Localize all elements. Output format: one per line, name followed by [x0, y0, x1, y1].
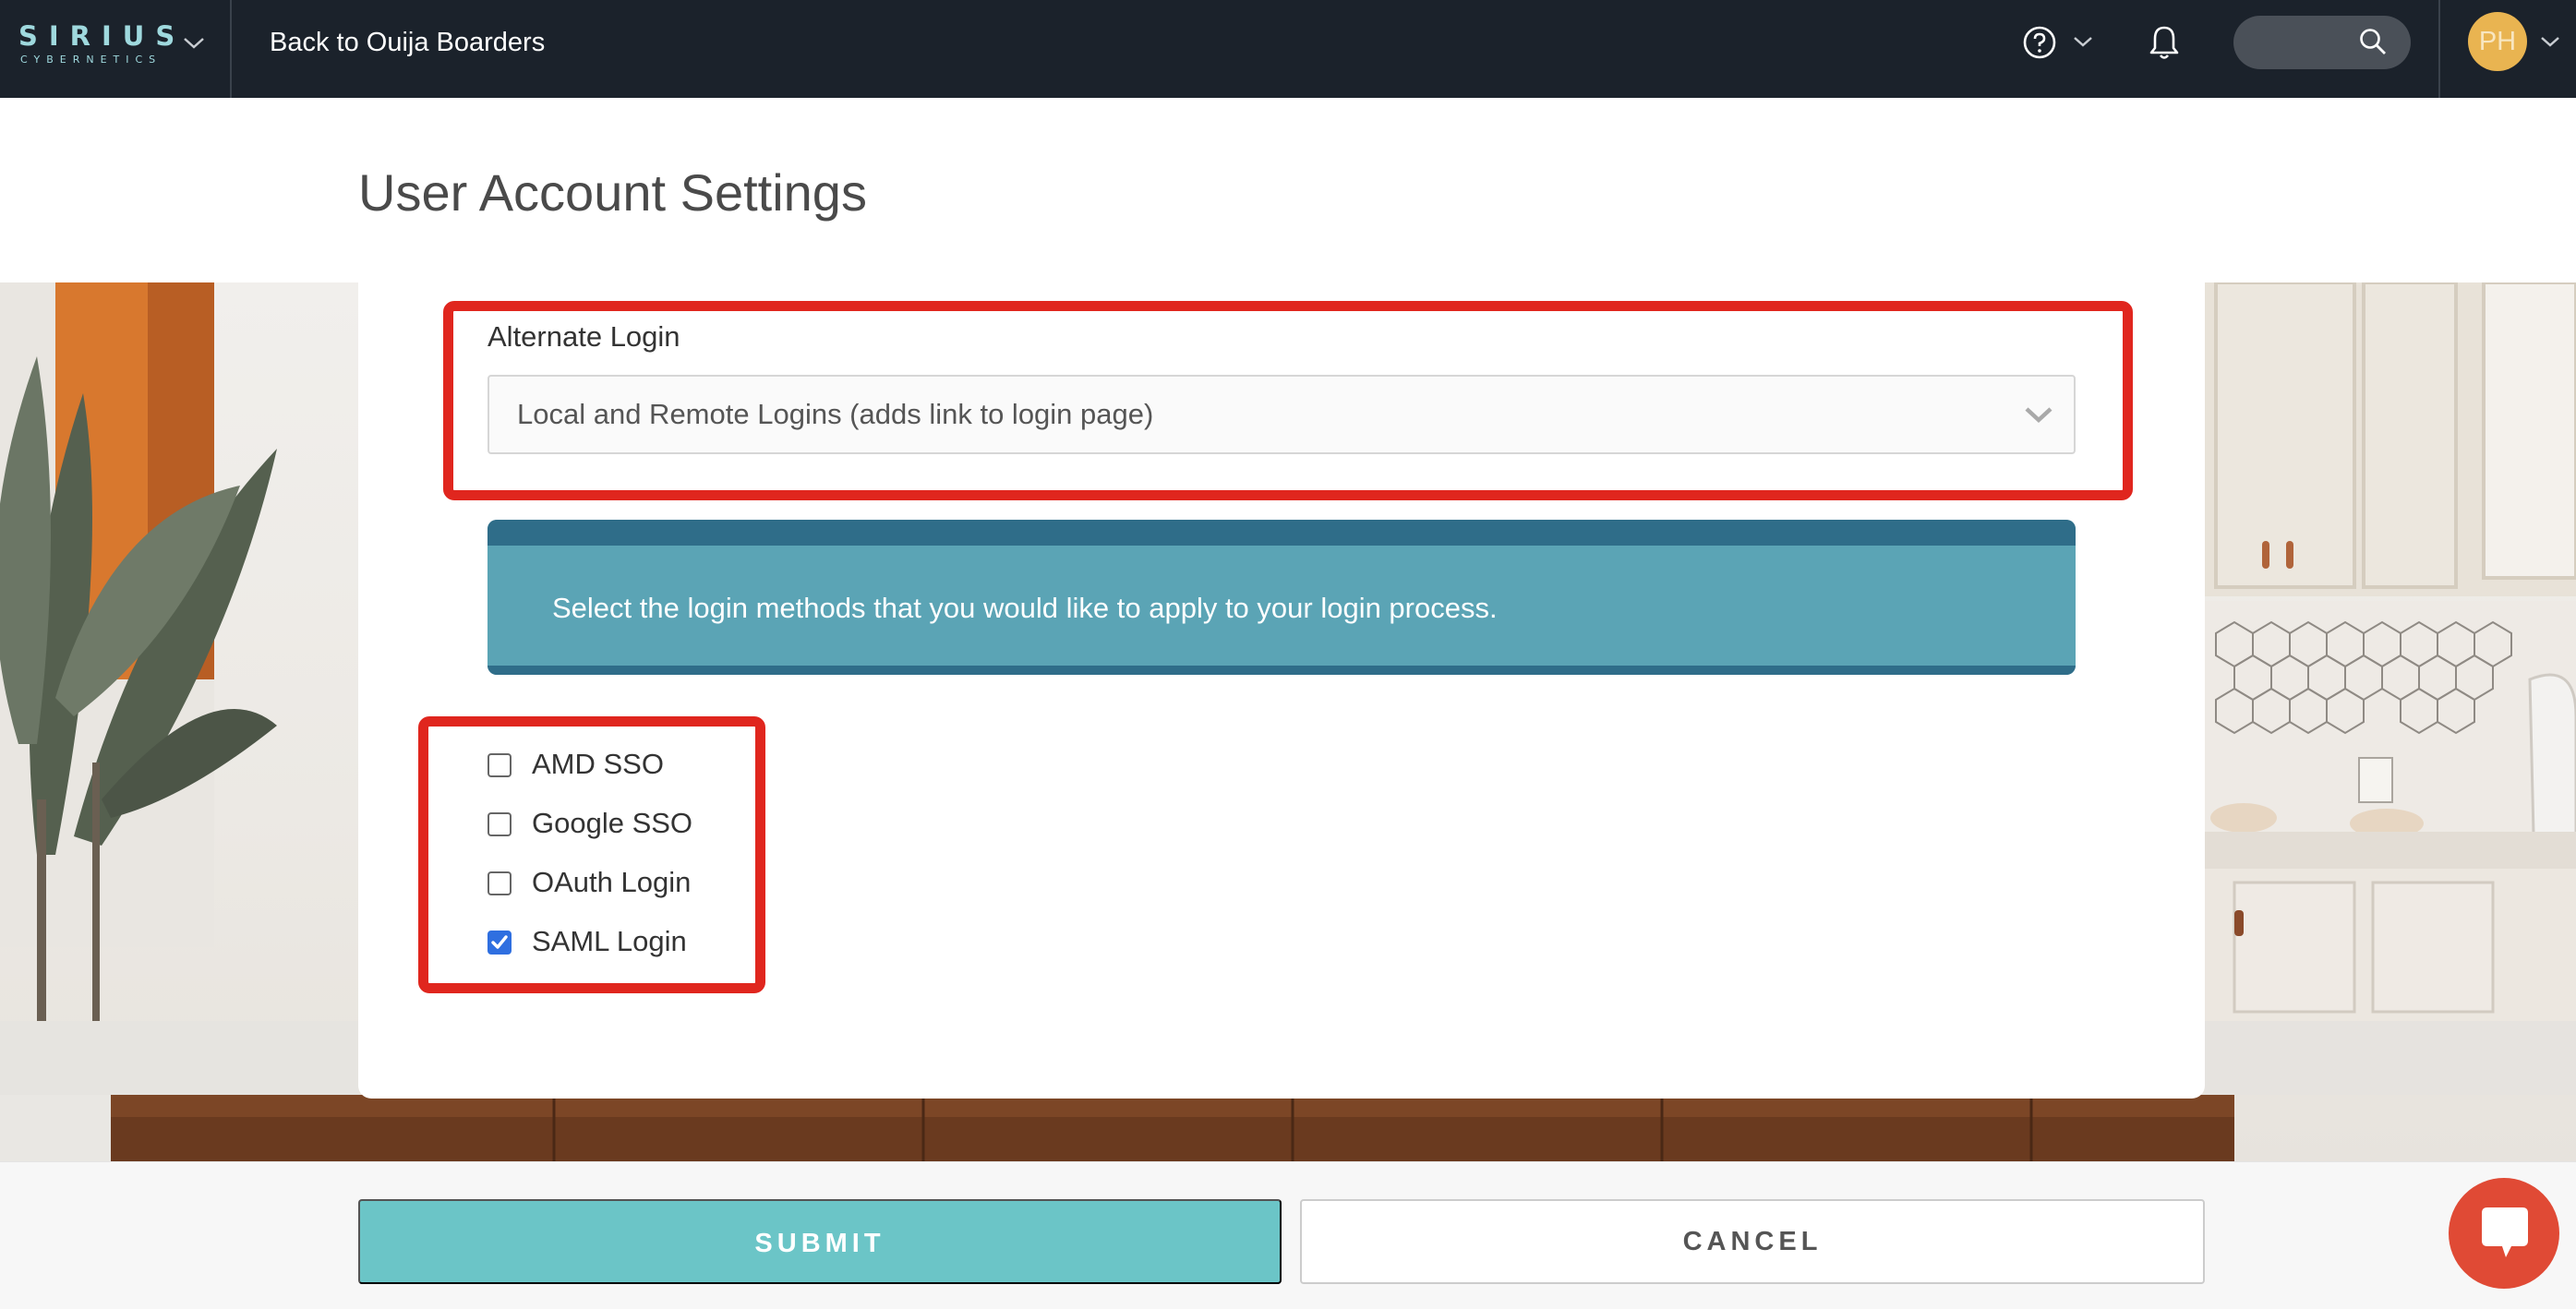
logo-subtitle: CYBERNETICS	[20, 54, 163, 66]
google-sso-label[interactable]: Google SSO	[532, 805, 692, 842]
chat-icon[interactable]	[2474, 1204, 2535, 1265]
submit-button[interactable]: SUBMIT	[358, 1199, 1282, 1284]
info-callout-text: Select the login methods that you would …	[552, 592, 1498, 624]
logo-wordmark: SIRIUS	[18, 20, 187, 52]
saml-login-label[interactable]: SAML Login	[532, 923, 687, 960]
sirius-logo[interactable]: SIRIUS CYBERNETICS	[18, 20, 175, 66]
info-callout-top-bar	[488, 520, 2076, 546]
help-icon[interactable]	[2021, 24, 2058, 61]
checkmark-icon	[491, 935, 508, 949]
chevron-down-icon[interactable]	[2539, 33, 2561, 50]
nav-divider	[2438, 0, 2440, 98]
saml-login-checkbox[interactable]	[488, 931, 512, 955]
top-nav-bar: SIRIUS CYBERNETICS Back to Ouija Boarder…	[0, 0, 2576, 98]
alternate-login-select-value[interactable]: Local and Remote Logins (adds link to lo…	[517, 397, 1153, 432]
alternate-login-label: Alternate Login	[488, 320, 680, 353]
google-sso-checkbox[interactable]	[488, 812, 512, 836]
avatar[interactable]: PH	[2468, 12, 2527, 71]
page-title: User Account Settings	[358, 163, 867, 222]
oauth-login-checkbox[interactable]	[488, 871, 512, 895]
chevron-down-icon[interactable]	[181, 33, 207, 52]
search-icon[interactable]	[2357, 26, 2389, 57]
chevron-down-icon[interactable]	[2022, 402, 2055, 426]
cancel-button[interactable]: CANCEL	[1300, 1199, 2205, 1284]
chevron-down-icon[interactable]	[2072, 33, 2094, 50]
amd-sso-label[interactable]: AMD SSO	[532, 746, 664, 783]
amd-sso-checkbox[interactable]	[488, 753, 512, 777]
nav-divider	[230, 0, 232, 98]
oauth-login-label[interactable]: OAuth Login	[532, 864, 691, 901]
info-callout-bottom-bar	[488, 666, 2076, 675]
page-header: User Account Settings	[0, 98, 2576, 282]
bell-icon[interactable]	[2148, 23, 2181, 62]
back-link[interactable]: Back to Ouija Boarders	[270, 26, 545, 59]
